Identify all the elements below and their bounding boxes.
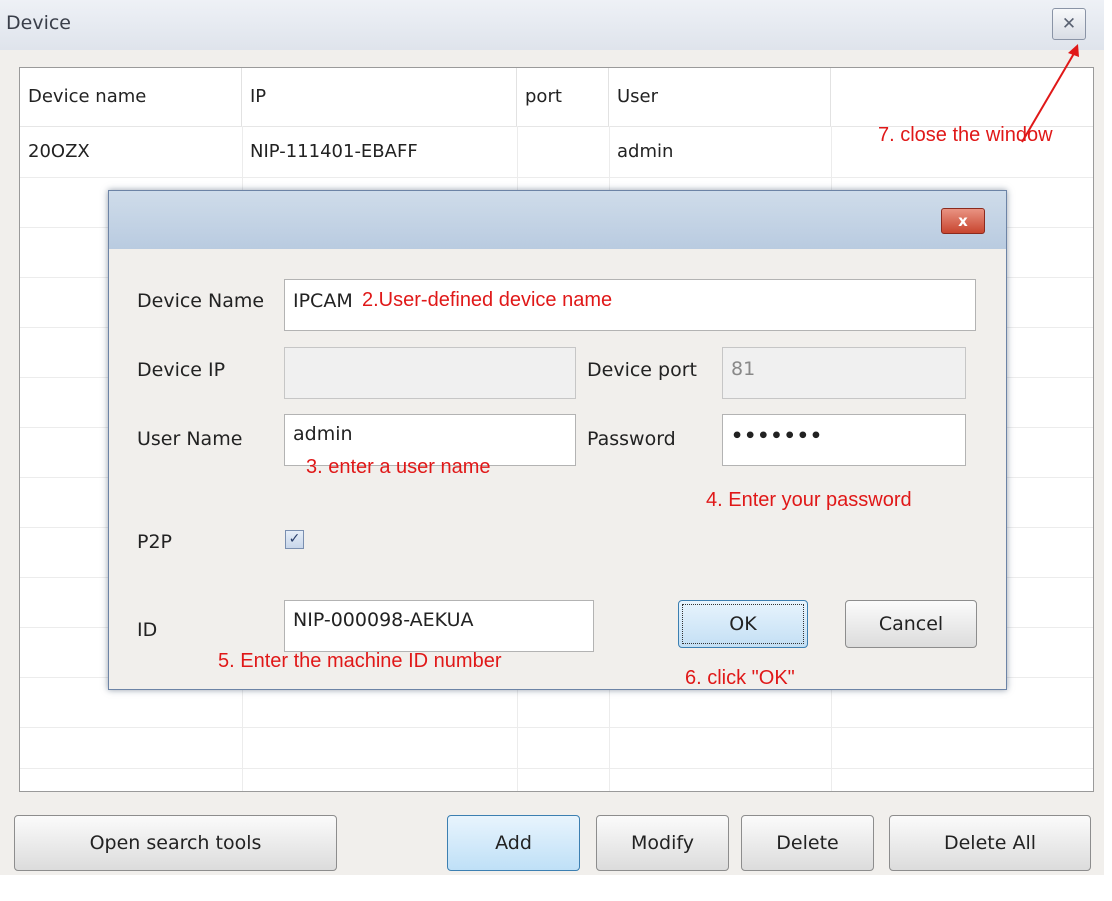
annotation-arrow-icon [1021, 44, 1079, 143]
cell-ip: NIP-111401-EBAFF [250, 141, 418, 162]
delete-all-button[interactable]: Delete All [889, 815, 1091, 871]
cell-user: admin [617, 141, 674, 162]
open-search-tools-button[interactable]: Open search tools [14, 815, 337, 871]
password-label: Password [587, 428, 676, 450]
ok-button[interactable]: OK [678, 600, 808, 648]
p2p-checkbox[interactable]: ✓ [285, 530, 304, 549]
window-title-bar: Device ✕ [0, 0, 1104, 50]
column-header-port[interactable]: port [517, 68, 609, 126]
grid-divider [20, 768, 1093, 769]
cell-device-name: 20OZX [28, 141, 90, 162]
add-button[interactable]: Add [447, 815, 580, 871]
device-port-field[interactable]: 81 [722, 347, 966, 399]
grid-divider [20, 727, 1093, 728]
column-header-user[interactable]: User [609, 68, 831, 126]
p2p-label: P2P [137, 531, 173, 553]
device-ip-label: Device IP [137, 359, 226, 381]
dialog-close-icon[interactable]: x [941, 208, 985, 234]
id-label: ID [137, 619, 158, 641]
cell-port [517, 127, 609, 177]
add-device-dialog: x Device Name IPCAM Device IP Device por… [108, 190, 1007, 690]
user-name-label: User Name [137, 428, 243, 450]
annotation-step-2: 2.User-defined device name [362, 289, 613, 311]
annotation-step-5: 5. Enter the machine ID number [218, 650, 502, 672]
grid-divider [20, 177, 1093, 178]
cancel-button[interactable]: Cancel [845, 600, 977, 648]
column-header-device-name[interactable]: Device name [20, 68, 242, 126]
device-port-label: Device port [587, 359, 697, 381]
table-header: Device name IP port User [20, 68, 1093, 127]
column-header-ip[interactable]: IP [242, 68, 517, 126]
window-close-icon[interactable]: ✕ [1052, 8, 1086, 40]
window-title: Device [6, 12, 71, 34]
modify-button[interactable]: Modify [596, 815, 729, 871]
annotation-step-4: 4. Enter your password [706, 489, 912, 511]
annotation-step-3: 3. enter a user name [306, 456, 491, 478]
id-field[interactable]: NIP-000098-AEKUA [284, 600, 594, 652]
annotation-step-6: 6. click "OK" [685, 667, 795, 689]
dialog-title-bar: x [109, 191, 1006, 249]
password-field[interactable]: ••••••• [722, 414, 966, 466]
delete-button[interactable]: Delete [741, 815, 874, 871]
device-name-label: Device Name [137, 290, 265, 312]
device-ip-field[interactable] [284, 347, 576, 399]
